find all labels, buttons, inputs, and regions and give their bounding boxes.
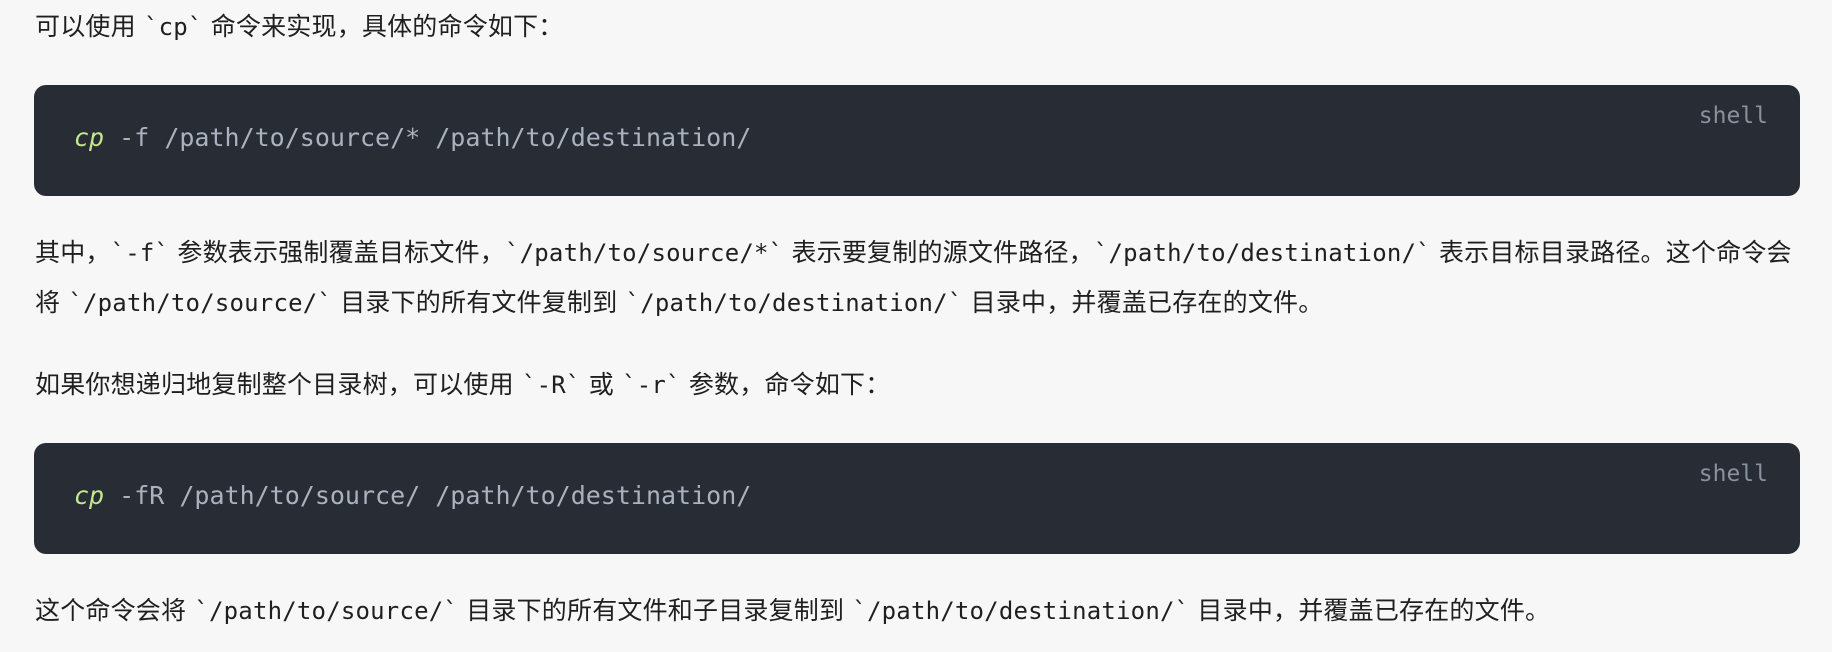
intro-paragraph: 可以使用 `cp` 命令来实现，具体的命令如下： xyxy=(35,2,1815,52)
code-command: cp xyxy=(74,123,105,152)
text-segment: 如果你想递归地复制整个目录树，可以使用 xyxy=(35,370,522,399)
text-segment: 目录下的所有文件和子目录复制到 xyxy=(458,596,853,625)
text-segment: 表示要复制的源文件路径， xyxy=(783,238,1094,267)
code-block-1[interactable]: shell cp -f /path/to/source/* /path/to/d… xyxy=(34,85,1800,196)
text-segment: 这个命令会将 xyxy=(35,596,195,625)
text-segment: 目录中，并覆盖已存在的文件。 xyxy=(962,288,1324,317)
text-segment: 目录中，并覆盖已存在的文件。 xyxy=(1189,596,1551,625)
inline-code: `cp` xyxy=(143,13,203,41)
code-language-label: shell xyxy=(1698,461,1768,487)
code-line[interactable]: cp -f /path/to/source/* /path/to/destina… xyxy=(74,121,751,155)
code-language-label: shell xyxy=(1698,103,1768,129)
inline-code: `/path/to/source/*` xyxy=(504,239,784,267)
code-line[interactable]: cp -fR /path/to/source/ /path/to/destina… xyxy=(74,479,751,513)
inline-code: `/path/to/destination/` xyxy=(1093,239,1431,267)
text-segment: 或 xyxy=(580,370,623,399)
chat-message-content: 可以使用 `cp` 命令来实现，具体的命令如下： shell cp -f /pa… xyxy=(0,0,1832,652)
text-segment: 可以使用 xyxy=(35,12,144,41)
recursive-intro-paragraph: 如果你想递归地复制整个目录树，可以使用 `-R` 或 `-r` 参数，命令如下： xyxy=(35,360,1815,410)
inline-code: `-f` xyxy=(110,239,170,267)
text-segment: 目录下的所有文件复制到 xyxy=(332,288,626,317)
code-arguments: -f /path/to/source/* /path/to/destinatio… xyxy=(104,123,752,152)
inline-code: `/path/to/destination/` xyxy=(852,597,1190,625)
explanation-paragraph: 其中，`-f` 参数表示强制覆盖目标文件，`/path/to/source/*`… xyxy=(35,228,1815,328)
inline-code: `/path/to/source/` xyxy=(194,597,459,625)
text-segment: 参数表示强制覆盖目标文件， xyxy=(169,238,505,267)
inline-code: `-R` xyxy=(521,371,581,399)
inline-code: `/path/to/source/` xyxy=(68,289,333,317)
code-command: cp xyxy=(74,481,105,510)
inline-code: `-r` xyxy=(622,371,681,399)
text-segment: 命令来实现，具体的命令如下： xyxy=(202,12,564,41)
code-arguments: -fR /path/to/source/ /path/to/destinatio… xyxy=(104,481,752,510)
code-block-2[interactable]: shell cp -fR /path/to/source/ /path/to/d… xyxy=(34,443,1800,554)
text-segment: 其中， xyxy=(35,238,111,267)
text-segment: 参数，命令如下： xyxy=(680,370,891,399)
inline-code: `/path/to/destination/` xyxy=(625,289,963,317)
summary-paragraph: 这个命令会将 `/path/to/source/` 目录下的所有文件和子目录复制… xyxy=(35,586,1815,636)
